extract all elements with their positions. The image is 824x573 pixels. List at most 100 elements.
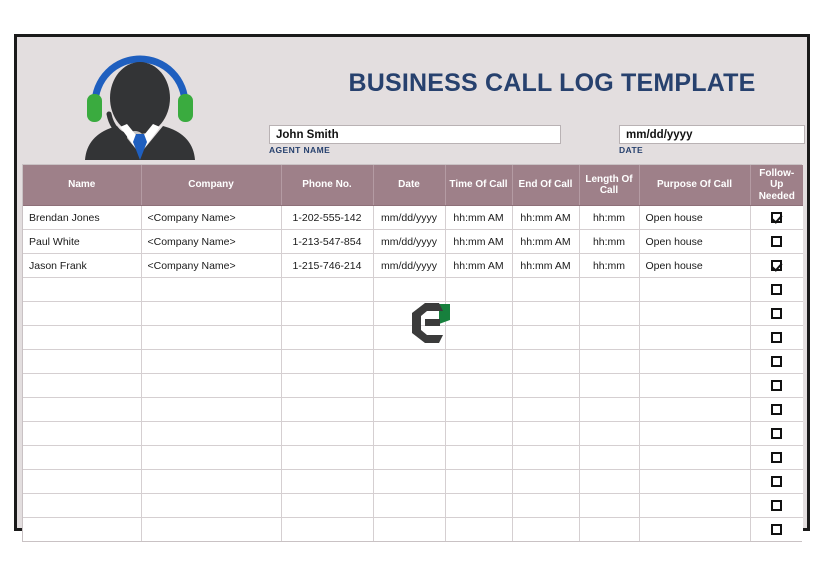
cell-phone[interactable] [281,493,374,518]
cell-date[interactable]: mm/dd/yyyy [373,229,446,254]
cell-end-of-call[interactable] [512,373,580,398]
cell-date[interactable] [373,493,446,518]
cell-company[interactable] [141,325,282,350]
follow-up-checkbox[interactable] [771,332,783,344]
cell-time-of-call[interactable]: hh:mm AM [445,253,513,278]
cell-follow-up-needed[interactable] [750,493,803,518]
follow-up-checkbox[interactable] [771,308,783,320]
cell-purpose[interactable] [639,517,751,541]
cell-purpose[interactable] [639,373,751,398]
cell-company[interactable] [141,373,282,398]
cell-length-of-call[interactable] [579,517,640,541]
cell-time-of-call[interactable] [445,517,513,541]
cell-length-of-call[interactable]: hh:mm [579,205,640,230]
cell-name[interactable] [23,301,142,326]
cell-follow-up-needed[interactable] [750,349,803,374]
cell-company[interactable]: <Company Name> [141,229,282,254]
cell-name[interactable] [23,373,142,398]
cell-follow-up-needed[interactable] [750,277,803,302]
cell-length-of-call[interactable] [579,445,640,470]
column-header-follow-up-needed[interactable]: Follow-Up Needed [750,165,803,206]
cell-length-of-call[interactable] [579,421,640,446]
cell-follow-up-needed[interactable] [750,397,803,422]
cell-date[interactable] [373,517,446,541]
cell-name[interactable] [23,397,142,422]
cell-phone[interactable] [281,373,374,398]
cell-phone[interactable] [281,421,374,446]
cell-phone[interactable] [281,301,374,326]
cell-end-of-call[interactable]: hh:mm AM [512,253,580,278]
cell-phone[interactable] [281,325,374,350]
cell-company[interactable] [141,301,282,326]
cell-phone[interactable] [281,469,374,494]
cell-time-of-call[interactable] [445,301,513,326]
cell-follow-up-needed[interactable] [750,205,803,230]
cell-phone[interactable]: 1-215-746-214 [281,253,374,278]
cell-company[interactable] [141,349,282,374]
cell-end-of-call[interactable] [512,421,580,446]
cell-time-of-call[interactable] [445,349,513,374]
cell-time-of-call[interactable]: hh:mm AM [445,229,513,254]
cell-end-of-call[interactable] [512,325,580,350]
cell-time-of-call[interactable]: hh:mm AM [445,205,513,230]
cell-phone[interactable]: 1-213-547-854 [281,229,374,254]
cell-purpose[interactable] [639,445,751,470]
column-header-name[interactable]: Name [23,165,142,206]
cell-purpose[interactable] [639,493,751,518]
cell-end-of-call[interactable] [512,349,580,374]
cell-end-of-call[interactable] [512,469,580,494]
cell-time-of-call[interactable] [445,397,513,422]
cell-name[interactable] [23,349,142,374]
cell-follow-up-needed[interactable] [750,253,803,278]
cell-date[interactable] [373,421,446,446]
cell-name[interactable]: Brendan Jones [23,205,142,230]
column-header-date[interactable]: Date [373,165,446,206]
cell-company[interactable] [141,397,282,422]
cell-end-of-call[interactable] [512,517,580,541]
cell-date[interactable]: mm/dd/yyyy [373,205,446,230]
cell-end-of-call[interactable] [512,445,580,470]
cell-time-of-call[interactable] [445,277,513,302]
cell-follow-up-needed[interactable] [750,301,803,326]
cell-phone[interactable] [281,517,374,541]
agent-name-input[interactable]: John Smith [269,125,561,144]
cell-date[interactable] [373,397,446,422]
cell-name[interactable] [23,445,142,470]
cell-follow-up-needed[interactable] [750,469,803,494]
cell-purpose[interactable]: Open house [639,229,751,254]
follow-up-checkbox[interactable] [771,260,783,272]
cell-phone[interactable] [281,349,374,374]
cell-length-of-call[interactable] [579,373,640,398]
cell-company[interactable] [141,493,282,518]
cell-purpose[interactable]: Open house [639,253,751,278]
column-header-time-of-call[interactable]: Time Of Call [445,165,513,206]
cell-company[interactable] [141,421,282,446]
cell-end-of-call[interactable] [512,301,580,326]
cell-date[interactable]: mm/dd/yyyy [373,253,446,278]
cell-company[interactable] [141,277,282,302]
cell-follow-up-needed[interactable] [750,445,803,470]
cell-length-of-call[interactable] [579,469,640,494]
cell-time-of-call[interactable] [445,373,513,398]
cell-time-of-call[interactable] [445,469,513,494]
cell-phone[interactable] [281,277,374,302]
cell-purpose[interactable] [639,421,751,446]
cell-name[interactable] [23,469,142,494]
cell-purpose[interactable] [639,277,751,302]
cell-date[interactable] [373,373,446,398]
cell-company[interactable] [141,517,282,541]
cell-follow-up-needed[interactable] [750,517,803,541]
cell-follow-up-needed[interactable] [750,229,803,254]
cell-company[interactable]: <Company Name> [141,253,282,278]
cell-name[interactable] [23,421,142,446]
cell-end-of-call[interactable] [512,277,580,302]
cell-purpose[interactable] [639,469,751,494]
follow-up-checkbox[interactable] [771,212,783,224]
cell-purpose[interactable]: Open house [639,205,751,230]
cell-company[interactable] [141,469,282,494]
cell-length-of-call[interactable] [579,493,640,518]
follow-up-checkbox[interactable] [771,428,783,440]
cell-time-of-call[interactable] [445,325,513,350]
cell-date[interactable] [373,277,446,302]
cell-follow-up-needed[interactable] [750,325,803,350]
